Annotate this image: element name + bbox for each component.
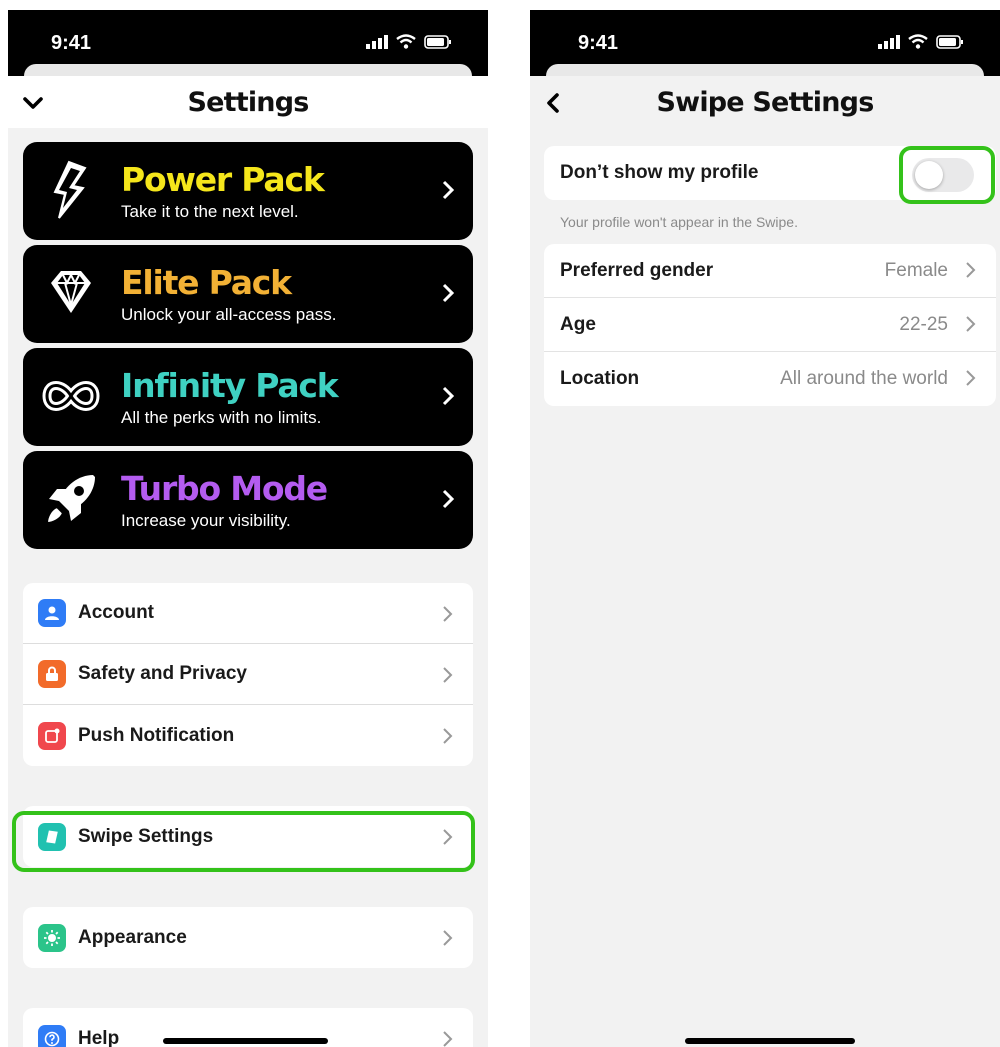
lock-icon: [38, 660, 66, 688]
pack-name: Power Pack: [121, 160, 325, 199]
packs-list: Power Pack Take it to the next level. El…: [8, 128, 488, 549]
power-pack-card[interactable]: Power Pack Take it to the next level.: [23, 142, 473, 240]
chevron-right-icon: [443, 667, 453, 683]
pack-subtitle: Take it to the next level.: [121, 202, 299, 221]
status-bar: 9:41: [8, 10, 488, 62]
row-value: 22-25: [899, 313, 948, 335]
row-push-notification[interactable]: Push Notification: [23, 705, 473, 766]
chevron-right-icon: [442, 180, 455, 200]
row-value: Female: [884, 259, 948, 281]
chevron-right-icon: [443, 1031, 453, 1047]
status-time: 9:41: [578, 32, 619, 54]
chevron-right-icon: [442, 283, 455, 303]
signal-icon: [366, 35, 388, 49]
wifi-icon: [396, 34, 416, 49]
sheet-edge: [530, 62, 1000, 78]
chevron-down-icon[interactable]: [18, 88, 48, 118]
person-icon: [38, 599, 66, 627]
row-value: All around the world: [780, 368, 948, 389]
chevron-right-icon: [443, 930, 453, 946]
rocket-icon: [45, 475, 95, 525]
wifi-icon: [908, 34, 928, 49]
row-label: Preferred gender: [560, 259, 714, 281]
elite-pack-card[interactable]: Elite Pack Unlock your all-access pass.: [23, 245, 473, 343]
pack-name: Turbo Mode: [121, 469, 328, 508]
status-time: 9:41: [51, 32, 92, 54]
page-title: Settings: [187, 86, 309, 118]
pack-subtitle: Increase your visibility.: [121, 511, 291, 530]
chevron-right-icon: [966, 370, 976, 386]
pack-subtitle: All the perks with no limits.: [121, 408, 322, 427]
row-location[interactable]: Location All around the world: [544, 352, 996, 406]
pack-name: Elite Pack: [121, 263, 292, 302]
question-icon: [38, 1024, 66, 1047]
chevron-right-icon: [443, 728, 453, 744]
row-label: Age: [560, 313, 596, 335]
row-label: Appearance: [78, 926, 187, 948]
status-icons: [366, 34, 452, 49]
turbo-mode-card[interactable]: Turbo Mode Increase your visibility.: [23, 451, 473, 549]
settings-screen: 9:41 Settings Power Pack Take it to the …: [8, 10, 488, 1047]
back-icon[interactable]: [538, 88, 568, 118]
notification-icon: [38, 721, 66, 750]
nav-bar: Settings: [8, 76, 488, 128]
chevron-right-icon: [442, 489, 455, 509]
row-preferred-gender[interactable]: Preferred gender Female: [544, 244, 996, 298]
signal-icon: [878, 35, 900, 49]
chevron-right-icon: [442, 386, 455, 406]
row-label: Account: [78, 602, 154, 623]
row-label: Help: [78, 1027, 120, 1047]
row-safety-privacy[interactable]: Safety and Privacy: [23, 644, 473, 705]
row-label: Safety and Privacy: [78, 663, 247, 684]
sun-icon: [38, 923, 66, 952]
hide-profile-label: Don’t show my profile: [560, 162, 759, 183]
chevron-right-icon: [966, 316, 976, 332]
settings-group-appearance: Appearance: [23, 907, 473, 968]
chevron-right-icon: [966, 262, 976, 278]
row-label: Location: [560, 368, 640, 389]
settings-group-main: Account Safety and Privacy Push Notifica…: [23, 583, 473, 766]
row-label: Push Notification: [78, 724, 235, 746]
pack-name: Infinity Pack: [121, 366, 339, 405]
home-indicator[interactable]: [163, 1038, 328, 1044]
diamond-icon: [51, 271, 91, 313]
chevron-right-icon: [443, 606, 453, 622]
preferences-group: Preferred gender Female Age 22-25 Locati…: [544, 244, 996, 406]
nav-bar: Swipe Settings: [530, 76, 1000, 128]
row-age[interactable]: Age 22-25: [544, 298, 996, 352]
home-indicator[interactable]: [685, 1038, 855, 1044]
hide-profile-note: Your profile won't appear in the Swipe.: [560, 214, 798, 230]
lightning-icon: [53, 160, 87, 219]
toggle-highlight: [899, 146, 995, 204]
status-icons: [878, 34, 964, 49]
infinity-pack-card[interactable]: Infinity Pack All the perks with no limi…: [23, 348, 473, 446]
swipe-settings-highlight: [12, 811, 475, 872]
row-account[interactable]: Account: [23, 583, 473, 644]
status-bar: 9:41: [530, 10, 1000, 62]
sheet-edge: [8, 62, 488, 78]
swipe-settings-screen: 9:41 Swipe Settings Don’t show my profil…: [530, 10, 1000, 1047]
pack-subtitle: Unlock your all-access pass.: [121, 305, 337, 324]
battery-icon: [424, 35, 451, 49]
row-appearance[interactable]: Appearance: [23, 907, 473, 968]
battery-icon: [936, 35, 963, 49]
infinity-icon: [42, 381, 100, 411]
page-title: Swipe Settings: [656, 86, 875, 118]
